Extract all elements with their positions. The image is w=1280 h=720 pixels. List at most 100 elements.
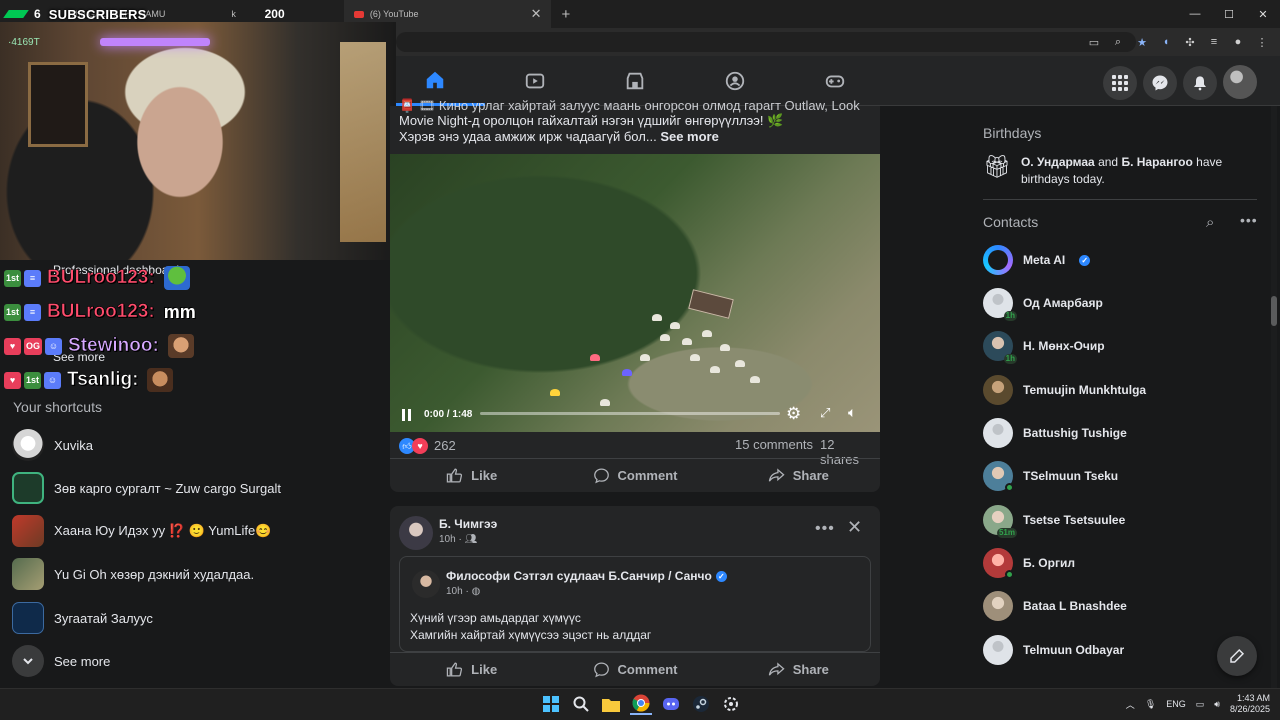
language-indicator[interactable]: ENG <box>1166 699 1186 709</box>
share-label: Share <box>792 468 829 483</box>
contact-avatar: 51m <box>983 505 1017 538</box>
page-scrollbar[interactable] <box>1271 106 1277 696</box>
author-avatar[interactable] <box>399 516 433 550</box>
like-button[interactable]: Like <box>390 653 553 686</box>
page-avatar[interactable] <box>412 570 440 598</box>
shortcut-label: Xuvika <box>54 437 94 453</box>
shortcut-thumbnail <box>12 472 44 504</box>
contact-item[interactable]: 1h Н. Мөнх-Очир <box>983 328 1105 364</box>
shortcut-item[interactable]: Yu Gi Oh хөзөр дэкний худалдаа. <box>12 556 254 592</box>
search-icon[interactable] <box>570 693 592 715</box>
verified-badge-icon: ✓ <box>1079 254 1091 266</box>
start-windows-icon[interactable] <box>540 693 562 715</box>
close-window-button[interactable]: ✕ <box>1246 0 1280 28</box>
share-button[interactable]: Share <box>717 653 880 686</box>
account-avatar[interactable] <box>1223 65 1257 99</box>
maximize-button[interactable]: ☐ <box>1212 0 1246 28</box>
contact-item[interactable]: Б. Оргил <box>983 545 1075 581</box>
shortcut-item[interactable]: Xuvika <box>12 427 93 463</box>
address-bar[interactable] <box>396 32 1136 52</box>
yurt <box>750 376 760 383</box>
chevron-up-icon[interactable]: ︿ <box>1126 698 1135 711</box>
webcam-overlay: ·4169T <box>0 22 396 260</box>
comment-button[interactable]: Comment <box>553 459 716 492</box>
minimize-button[interactable]: — <box>1178 0 1212 28</box>
search-icon[interactable]: ⌕ <box>1206 214 1214 231</box>
more-options-icon[interactable]: ••• <box>1240 212 1258 228</box>
contact-item[interactable]: 51m Tsetse Tsetsuulee <box>983 502 1125 538</box>
yurt <box>622 369 632 376</box>
marketplace-icon <box>626 72 644 90</box>
shortcut-item[interactable]: Хаана Юу Идэх уу ⁉️ 🙂 YumLife😊 <box>12 513 271 549</box>
meta-ai-icon <box>983 245 1013 275</box>
scrollbar-thumb[interactable] <box>1271 296 1277 326</box>
verified-badge-icon: ✓ <box>715 571 727 583</box>
new-message-button[interactable] <box>1217 636 1257 676</box>
volume-icon[interactable]: 🔊︎ <box>1214 699 1220 710</box>
toolbar-icons: ▭ ⌕ ★ ◖ ✣ ≡ ● ⋮ <box>1086 32 1270 52</box>
cast-icon[interactable]: ▭ <box>1086 32 1102 52</box>
share-button[interactable]: Share <box>717 459 880 492</box>
see-more-button[interactable]: See more <box>12 643 110 679</box>
close-icon[interactable]: ✕ <box>847 517 862 538</box>
subscriber-count: 6 <box>34 7 41 21</box>
contact-item[interactable]: Telmuun Odbayar <box>983 632 1124 668</box>
volume-icon[interactable]: 🔈︎ <box>848 404 856 421</box>
shortcut-item[interactable]: Зугаатай Залуус <box>12 600 153 636</box>
shared-post-time: 10h · ◍ <box>446 586 481 597</box>
shared-page-name[interactable]: Философи Сэтгэл судлаач Б.Санчир / Санчо… <box>446 569 727 583</box>
zoom-icon[interactable]: ⌕ <box>1110 32 1126 52</box>
settings-gear-icon[interactable]: ⚙ <box>786 404 801 424</box>
network-icon[interactable]: ▭ <box>1196 699 1205 710</box>
close-tab-icon[interactable]: ✕ <box>531 6 542 22</box>
like-button[interactable]: Like <box>390 459 553 492</box>
contact-name: Од Амарбаяр <box>1023 296 1103 310</box>
shortcut-item[interactable]: Зөв карго сургалт ~ Zuw cargo Surgalt <box>12 470 281 506</box>
grid-menu-icon <box>1112 75 1128 91</box>
reactions-summary: 👍︎ ♥ 262 15 comments 12 shares <box>399 436 871 467</box>
post-author[interactable]: Б. Чимгээ <box>439 517 497 531</box>
tab-search-icon[interactable]: ≡ <box>1206 32 1222 52</box>
birthday-text: О. Ундармаа and Б. Нарангоо have birthda… <box>1020 155 1223 186</box>
chrome-icon[interactable] <box>630 693 652 715</box>
contact-item[interactable]: Battushig Tushige <box>983 415 1127 451</box>
neon-light <box>100 38 210 46</box>
taskbar-apps <box>540 693 742 715</box>
file-explorer-icon[interactable] <box>600 693 622 715</box>
pause-icon[interactable] <box>402 409 412 421</box>
shared-post[interactable]: Философи Сэтгэл судлаач Б.Санчир / Санчо… <box>399 556 871 652</box>
bookmark-star-icon[interactable]: ★ <box>1134 32 1150 52</box>
contact-item[interactable]: 1h Од Амарбаяр <box>983 285 1103 321</box>
system-clock[interactable]: 1:43 AM 8/26/2025 <box>1230 693 1270 715</box>
yurt <box>640 354 650 361</box>
extension-icon[interactable]: ◖ <box>1158 32 1174 52</box>
discord-icon[interactable] <box>660 693 682 715</box>
comment-button[interactable]: Comment <box>553 653 716 686</box>
fullscreen-icon[interactable]: ⤢ <box>820 405 830 421</box>
reactions-count[interactable]: 262 <box>434 438 456 453</box>
more-options-icon[interactable]: ••• <box>815 520 835 538</box>
video-progress-bar[interactable] <box>480 412 780 415</box>
menu-kebab-icon[interactable]: ⋮ <box>1254 32 1270 52</box>
steam-icon[interactable] <box>690 693 712 715</box>
contact-item[interactable]: TSelmuun Tseku <box>983 458 1118 494</box>
see-more-link[interactable]: See more <box>660 129 719 144</box>
contact-avatar <box>983 635 1013 665</box>
chat-username: Tsanlig: <box>67 369 139 391</box>
video-player[interactable]: 0:00 / 1:48 ⚙ ⤢ 🔈︎ <box>390 154 880 432</box>
profile-icon[interactable]: ● <box>1230 32 1246 52</box>
comments-count[interactable]: 15 comments <box>735 437 813 452</box>
contact-item[interactable]: Meta AI ✓ <box>983 242 1091 278</box>
chat-message: 1st ≡ BULroo123: mm <box>4 299 196 325</box>
new-tab-button[interactable]: + <box>561 6 570 23</box>
settings-app-icon[interactable] <box>720 693 742 715</box>
feed-post: 📮 🎞 Кино урлаг хайртай залуус маань онго… <box>390 98 880 492</box>
microphone-icon[interactable]: 🎙︎ <box>1145 699 1156 710</box>
notifications-button[interactable] <box>1183 66 1217 100</box>
puzzle-icon[interactable]: ✣ <box>1182 32 1198 52</box>
messenger-button[interactable] <box>1143 66 1177 100</box>
contact-item[interactable]: Temuujin Munkhtulga <box>983 372 1146 408</box>
menu-button[interactable] <box>1103 66 1137 100</box>
contact-item[interactable]: Bataa L Bnashdee <box>983 588 1127 624</box>
birthday-notice[interactable]: 🎁︎ О. Ундармаа and Б. Нарангоо have birt… <box>983 154 1253 188</box>
